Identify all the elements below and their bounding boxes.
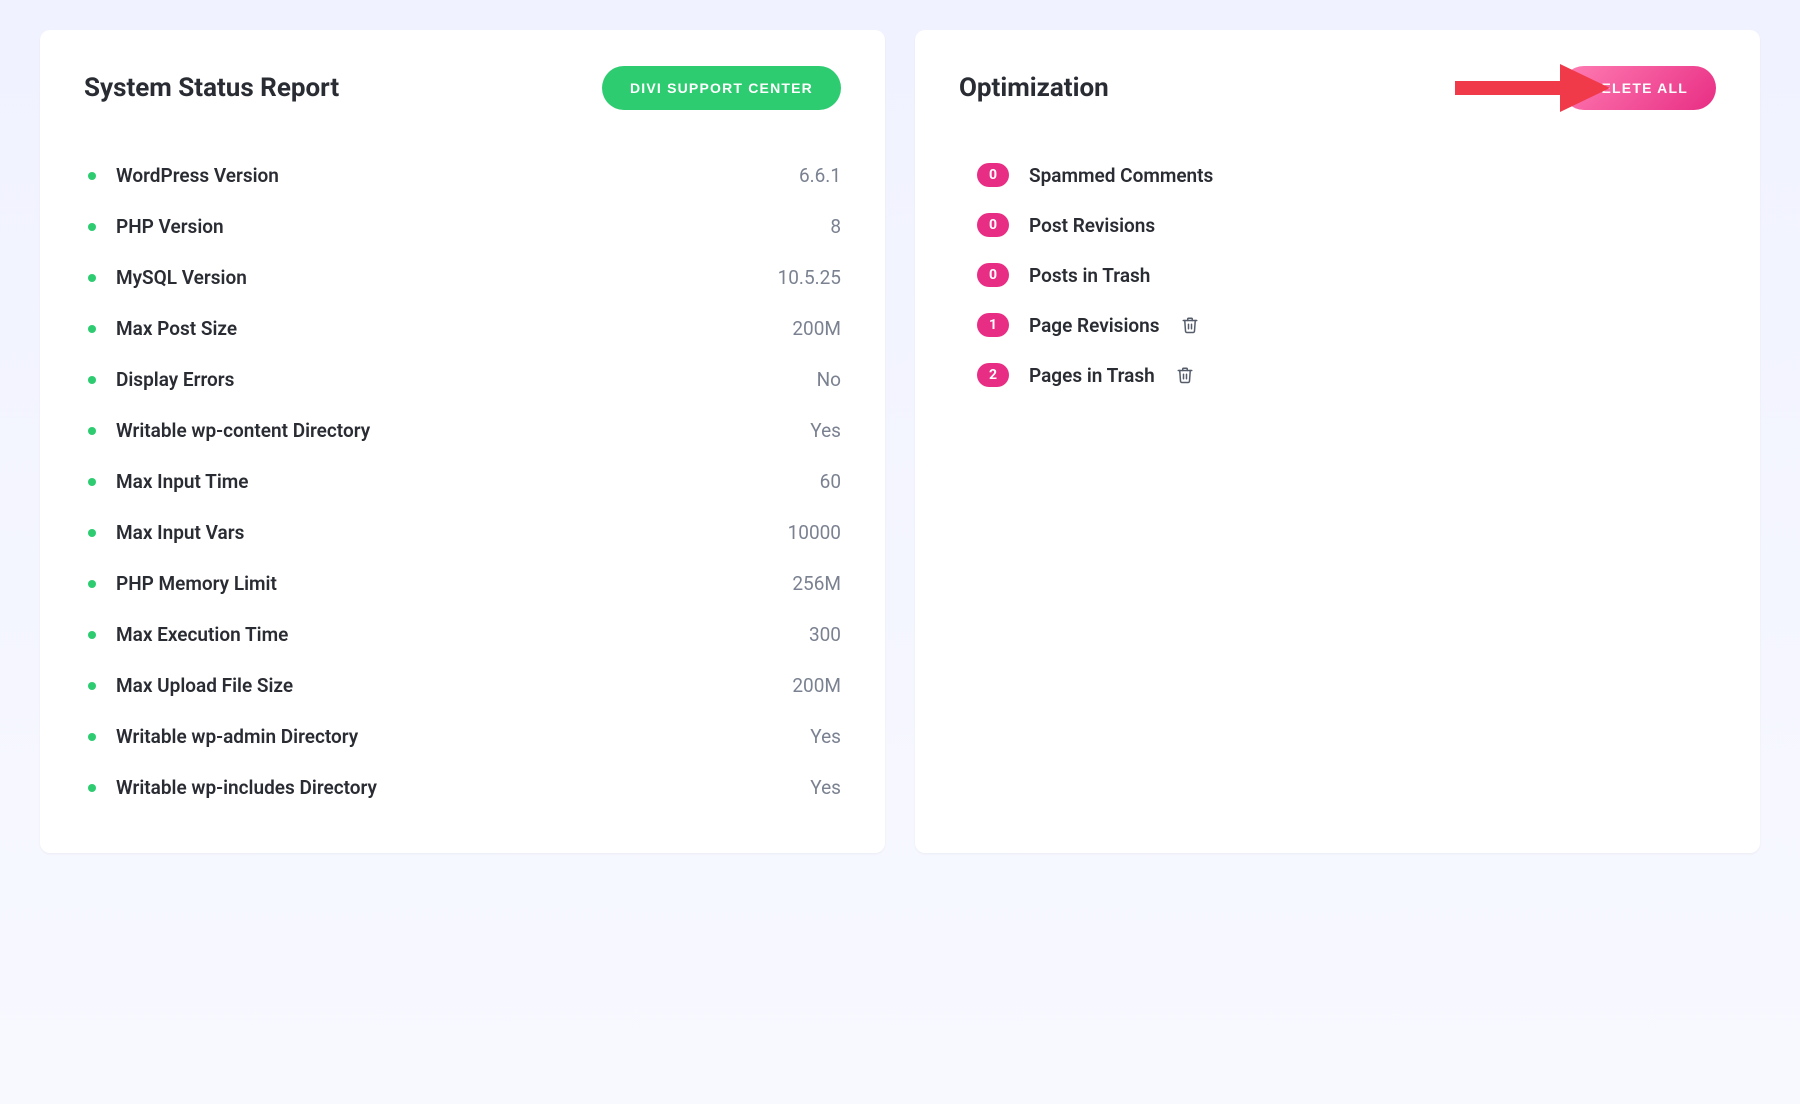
status-dot-icon bbox=[88, 784, 96, 792]
status-value: 200M bbox=[792, 674, 841, 697]
status-label: Max Input Vars bbox=[116, 521, 788, 544]
status-label: MySQL Version bbox=[116, 266, 778, 289]
status-dot-icon bbox=[88, 274, 96, 282]
status-label: Max Upload File Size bbox=[116, 674, 792, 697]
status-label: Max Input Time bbox=[116, 470, 820, 493]
system-status-title: System Status Report bbox=[84, 73, 339, 103]
delete-all-button[interactable]: DELETE ALL bbox=[1562, 66, 1716, 110]
status-dot-icon bbox=[88, 682, 96, 690]
status-value: 200M bbox=[792, 317, 841, 340]
status-row: Max Upload File Size200M bbox=[84, 660, 841, 711]
status-dot-icon bbox=[88, 223, 96, 231]
status-value: Yes bbox=[810, 776, 841, 799]
status-value: Yes bbox=[810, 725, 841, 748]
status-row: PHP Version8 bbox=[84, 201, 841, 252]
status-row: Display ErrorsNo bbox=[84, 354, 841, 405]
status-dot-icon bbox=[88, 376, 96, 384]
count-badge: 1 bbox=[977, 313, 1009, 337]
optimization-label: Post Revisions bbox=[1029, 214, 1155, 237]
status-row: Writable wp-admin DirectoryYes bbox=[84, 711, 841, 762]
optimization-header: Optimization DELETE ALL bbox=[959, 66, 1716, 110]
status-value: 256M bbox=[792, 572, 841, 595]
status-dot-icon bbox=[88, 733, 96, 741]
status-dot-icon bbox=[88, 631, 96, 639]
trash-icon[interactable] bbox=[1180, 315, 1200, 335]
status-label: Writable wp-admin Directory bbox=[116, 725, 810, 748]
status-dot-icon bbox=[88, 478, 96, 486]
status-label: Display Errors bbox=[116, 368, 817, 391]
optimization-row: 0 Post Revisions bbox=[977, 200, 1716, 250]
status-dot-icon bbox=[88, 580, 96, 588]
status-value: No bbox=[817, 368, 841, 391]
status-value: 300 bbox=[809, 623, 841, 646]
optimization-label: Pages in Trash bbox=[1029, 364, 1155, 387]
status-label: WordPress Version bbox=[116, 164, 799, 187]
status-value: 8 bbox=[830, 215, 841, 238]
status-row: Writable wp-includes DirectoryYes bbox=[84, 762, 841, 813]
status-row: Max Input Vars10000 bbox=[84, 507, 841, 558]
optimization-row: 2 Pages in Trash bbox=[977, 350, 1716, 400]
status-dot-icon bbox=[88, 172, 96, 180]
optimization-title: Optimization bbox=[959, 73, 1109, 103]
status-label: Max Execution Time bbox=[116, 623, 809, 646]
status-value: 6.6.1 bbox=[799, 164, 841, 187]
status-row: Max Post Size200M bbox=[84, 303, 841, 354]
divi-support-center-button[interactable]: DIVI SUPPORT CENTER bbox=[602, 66, 841, 110]
optimization-row: 1 Page Revisions bbox=[977, 300, 1716, 350]
status-list: WordPress Version6.6.1PHP Version8MySQL … bbox=[84, 150, 841, 813]
optimization-label: Posts in Trash bbox=[1029, 264, 1150, 287]
optimization-label: Page Revisions bbox=[1029, 314, 1160, 337]
count-badge: 0 bbox=[977, 213, 1009, 237]
status-row: PHP Memory Limit256M bbox=[84, 558, 841, 609]
status-row: Max Execution Time300 bbox=[84, 609, 841, 660]
count-badge: 0 bbox=[977, 263, 1009, 287]
status-dot-icon bbox=[88, 427, 96, 435]
status-dot-icon bbox=[88, 325, 96, 333]
status-value: 10000 bbox=[788, 521, 841, 544]
count-badge: 0 bbox=[977, 163, 1009, 187]
optimization-label: Spammed Comments bbox=[1029, 164, 1213, 187]
optimization-panel: Optimization DELETE ALL 0 Spammed Comment… bbox=[915, 30, 1760, 853]
status-label: Max Post Size bbox=[116, 317, 792, 340]
status-value: 10.5.25 bbox=[778, 266, 841, 289]
status-value: 60 bbox=[820, 470, 841, 493]
status-dot-icon bbox=[88, 529, 96, 537]
optimization-row: 0 Posts in Trash bbox=[977, 250, 1716, 300]
status-value: Yes bbox=[810, 419, 841, 442]
status-label: Writable wp-includes Directory bbox=[116, 776, 810, 799]
status-label: Writable wp-content Directory bbox=[116, 419, 810, 442]
status-row: Writable wp-content DirectoryYes bbox=[84, 405, 841, 456]
status-label: PHP Version bbox=[116, 215, 830, 238]
status-row: MySQL Version10.5.25 bbox=[84, 252, 841, 303]
status-label: PHP Memory Limit bbox=[116, 572, 792, 595]
count-badge: 2 bbox=[977, 363, 1009, 387]
system-status-header: System Status Report DIVI SUPPORT CENTER bbox=[84, 66, 841, 110]
status-row: Max Input Time60 bbox=[84, 456, 841, 507]
optimization-list: 0 Spammed Comments 0 Post Revisions 0 Posts i… bbox=[959, 150, 1716, 400]
trash-icon[interactable] bbox=[1175, 365, 1195, 385]
status-row: WordPress Version6.6.1 bbox=[84, 150, 841, 201]
system-status-panel: System Status Report DIVI SUPPORT CENTER… bbox=[40, 30, 885, 853]
optimization-row: 0 Spammed Comments bbox=[977, 150, 1716, 200]
